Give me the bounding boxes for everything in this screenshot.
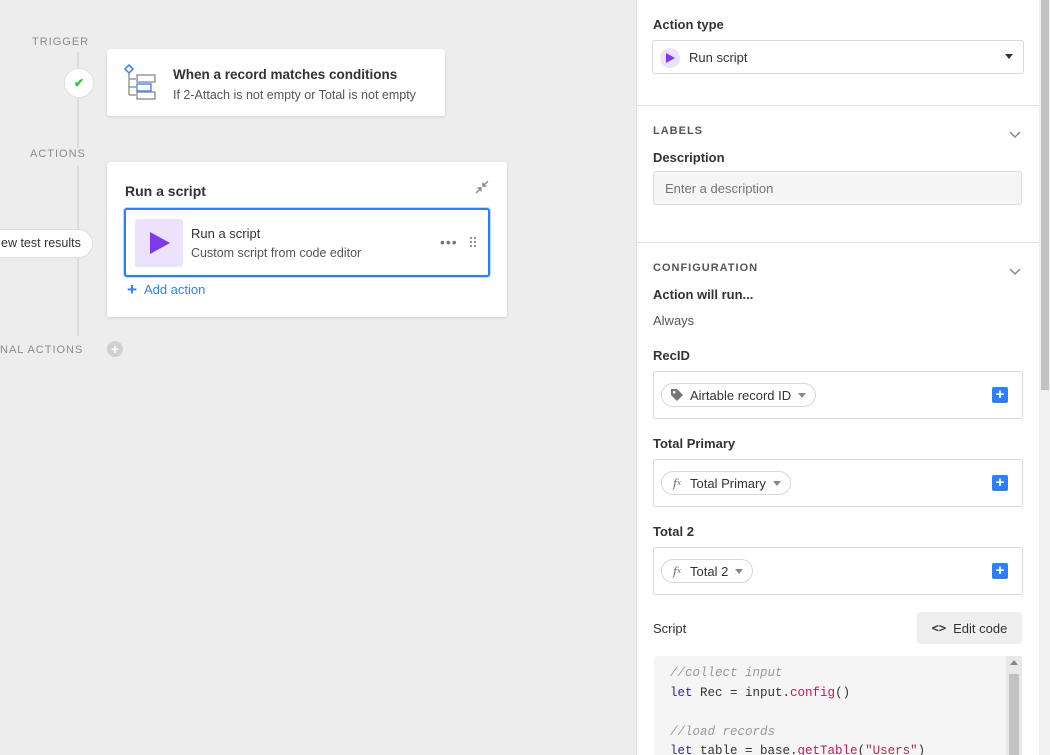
configuration-chevron-icon[interactable] bbox=[1009, 264, 1021, 276]
tag-icon bbox=[669, 388, 685, 402]
action-will-run-value: Always bbox=[653, 313, 695, 328]
actions-card: Run a script Run a script Custom script … bbox=[107, 162, 507, 317]
edit-code-label: Edit code bbox=[953, 620, 1008, 636]
divider bbox=[637, 105, 1040, 106]
token-label: Total 2 bbox=[690, 563, 729, 579]
script-code-preview[interactable]: //collect input let Rec = input.config()… bbox=[654, 656, 1022, 755]
input-token[interactable]: fx Total Primary bbox=[661, 471, 791, 495]
add-action-label: Add action bbox=[143, 282, 206, 297]
trigger-section-label: TRIGGER bbox=[32, 36, 90, 48]
trigger-title: When a record matches conditions bbox=[173, 67, 398, 82]
add-value-button[interactable]: + bbox=[992, 387, 1008, 403]
conditions-tree-icon bbox=[123, 63, 159, 104]
action-type-value: Run script bbox=[689, 50, 748, 65]
input-token[interactable]: fx Total 2 bbox=[661, 559, 754, 583]
trigger-status-check-icon: ✔ bbox=[64, 68, 94, 98]
input-field-total-primary[interactable]: fx Total Primary + bbox=[653, 459, 1023, 507]
action-type-select[interactable]: Run script bbox=[652, 40, 1024, 74]
run-script-action-item[interactable]: Run a script Custom script from code edi… bbox=[124, 208, 490, 277]
chevron-down-icon bbox=[772, 480, 781, 486]
add-value-button[interactable]: + bbox=[992, 475, 1008, 491]
collapse-icon[interactable] bbox=[475, 180, 489, 194]
flow-connector-top bbox=[77, 52, 79, 148]
actions-section-label: ACTIONS bbox=[30, 148, 86, 160]
token-label: Total Primary bbox=[690, 475, 766, 491]
play-icon bbox=[135, 219, 183, 267]
view-test-results-button[interactable]: ew test results bbox=[0, 229, 93, 258]
formula-icon: fx bbox=[672, 564, 682, 578]
input-label-recid: RecID bbox=[653, 348, 690, 363]
code-brackets-icon: <> bbox=[931, 621, 947, 635]
conditional-actions-section-label: NAL ACTIONS bbox=[0, 344, 84, 356]
code-line: //collect input bbox=[670, 666, 783, 680]
labels-section-header[interactable]: LABELS bbox=[653, 125, 703, 137]
chevron-down-icon bbox=[1005, 54, 1013, 59]
script-label: Script bbox=[653, 621, 687, 636]
labels-chevron-icon[interactable] bbox=[1009, 127, 1021, 139]
code-line: //load records bbox=[670, 725, 776, 739]
code-scrollbar-thumb[interactable] bbox=[1009, 674, 1019, 755]
panel-scrollbar-thumb[interactable] bbox=[1041, 0, 1049, 390]
action-type-label: Action type bbox=[653, 17, 724, 32]
formula-icon: fx bbox=[672, 476, 682, 490]
action-item-name: Run a script bbox=[191, 226, 261, 241]
description-label: Description bbox=[653, 150, 725, 165]
input-token[interactable]: Airtable record ID bbox=[661, 383, 817, 407]
more-options-icon[interactable]: ••• bbox=[440, 234, 458, 250]
action-item-description: Custom script from code editor bbox=[191, 246, 362, 260]
input-label-total-2: Total 2 bbox=[653, 524, 694, 539]
action-will-run-label: Action will run... bbox=[653, 287, 754, 302]
add-value-button[interactable]: + bbox=[992, 563, 1008, 579]
description-input[interactable] bbox=[653, 171, 1022, 205]
input-label-total-primary: Total Primary bbox=[653, 436, 736, 451]
configuration-section-header[interactable]: CONFIGURATION bbox=[653, 262, 758, 274]
drag-handle-icon[interactable] bbox=[469, 236, 477, 251]
run-script-icon bbox=[660, 48, 680, 68]
add-conditional-action-icon[interactable]: + bbox=[107, 341, 123, 357]
actions-card-title: Run a script bbox=[125, 183, 206, 199]
token-label: Airtable record ID bbox=[690, 387, 792, 403]
plus-icon: + bbox=[127, 280, 137, 299]
code-line: let table = base.getTable("Users") bbox=[670, 744, 926, 755]
input-field-total-2[interactable]: fx Total 2 + bbox=[653, 547, 1023, 595]
add-action-button[interactable]: + Add action bbox=[127, 280, 206, 299]
action-config-panel: Action type Run script LABELS Descriptio… bbox=[636, 0, 1040, 755]
divider bbox=[637, 242, 1040, 243]
input-field-recid[interactable]: Airtable record ID + bbox=[653, 371, 1023, 419]
scroll-up-arrow-icon[interactable] bbox=[1010, 660, 1018, 665]
edit-code-button[interactable]: <> Edit code bbox=[917, 612, 1022, 644]
chevron-down-icon bbox=[735, 568, 744, 574]
chevron-down-icon bbox=[798, 392, 807, 398]
automation-canvas: TRIGGER ACTIONS NAL ACTIONS ✔ When a rec… bbox=[0, 0, 636, 755]
trigger-card[interactable]: When a record matches conditions If 2-At… bbox=[107, 49, 445, 116]
trigger-subtitle: If 2-Attach is not empty or Total is not… bbox=[173, 88, 416, 102]
code-line: let Rec = input.config() bbox=[670, 686, 851, 700]
